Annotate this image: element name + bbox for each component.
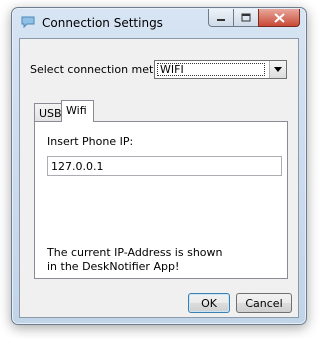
dropdown-button[interactable] [269, 61, 286, 78]
close-icon [273, 12, 285, 23]
wifi-tab-panel: Insert Phone IP: The current IP-Address … [34, 121, 288, 279]
speech-bubble-icon [21, 16, 35, 28]
close-button[interactable] [258, 9, 300, 27]
chevron-down-icon [274, 67, 282, 72]
ip-info-text: The current IP-Address is shown in the D… [47, 246, 223, 273]
connection-settings-window: Connection Settings Select connection me… [11, 7, 307, 325]
connection-method-select[interactable]: WIFI [154, 60, 287, 79]
window-controls [208, 9, 300, 28]
title-bar[interactable]: Connection Settings [12, 8, 306, 38]
minimize-icon [217, 18, 225, 21]
connection-method-value: WIFI [157, 63, 265, 76]
dialog-body: Select connection method: WIFI USB Wifi … [19, 38, 299, 318]
phone-ip-label: Insert Phone IP: [47, 135, 134, 148]
window-title: Connection Settings [42, 16, 163, 30]
maximize-button[interactable] [233, 9, 259, 27]
cancel-button[interactable]: Cancel [236, 293, 292, 313]
phone-ip-input[interactable] [47, 156, 282, 176]
tab-usb[interactable]: USB [34, 103, 62, 121]
minimize-button[interactable] [208, 9, 234, 27]
tab-wifi[interactable]: Wifi [61, 100, 94, 122]
ok-button[interactable]: OK [188, 293, 230, 313]
maximize-icon [241, 13, 251, 22]
